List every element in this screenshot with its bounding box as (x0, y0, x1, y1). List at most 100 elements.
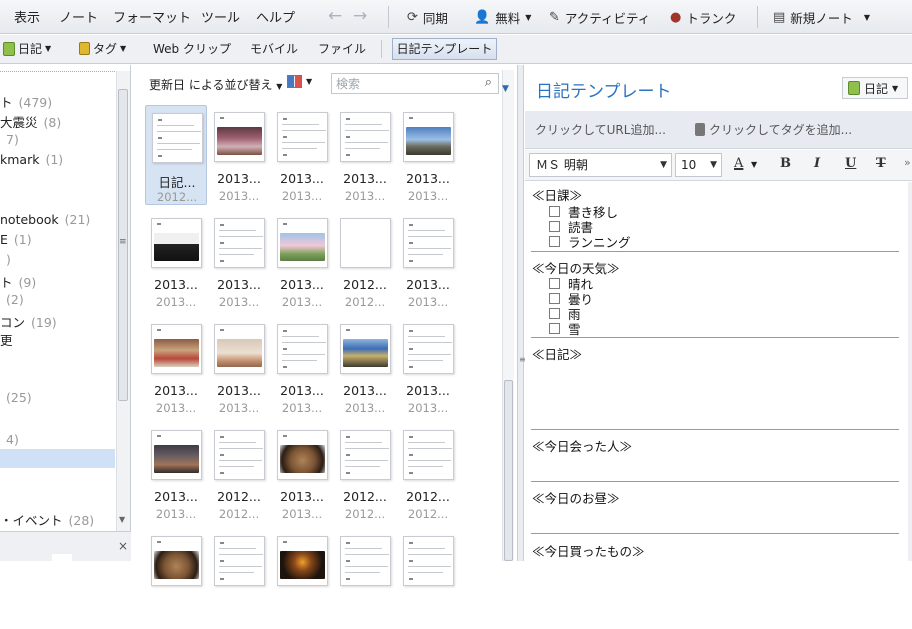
italic-button[interactable]: I (814, 156, 820, 171)
note-card-title: 2013... (154, 277, 198, 292)
note-card[interactable]: 2012... 2012... (208, 423, 270, 523)
pane-splitter[interactable]: ≡ (517, 65, 526, 561)
note-notebook-select[interactable]: 日記 ▼ (842, 77, 908, 99)
account-button[interactable]: 👤 無料 ▼ (474, 8, 531, 27)
sidebar-item[interactable]: ・イベント (28) (0, 510, 94, 529)
sidebar-item[interactable]: コン (19) (0, 312, 57, 331)
checkbox[interactable] (549, 293, 560, 304)
sidebar-item[interactable]: 大震災 (8) (0, 112, 61, 131)
mobile-filter[interactable]: モバイル (250, 40, 298, 57)
text-color-button[interactable]: A (734, 156, 743, 171)
close-icon[interactable]: × (118, 539, 128, 553)
note-card[interactable]: 2012... 2012... (334, 423, 396, 523)
sidebar-item[interactable]: 7) (0, 132, 19, 147)
note-card[interactable]: 2013... 2013... (208, 105, 270, 205)
underline-button[interactable]: U (845, 156, 856, 171)
note-card[interactable]: 2013... 2013... (397, 211, 459, 311)
tag-add-field[interactable]: クリックしてタグを追加... (695, 121, 852, 138)
sort-button[interactable]: 更新日 による並び替え ▼ (149, 76, 282, 93)
menu-help[interactable]: ヘルプ (256, 7, 295, 26)
sidebar-item[interactable]: E (1) (0, 232, 32, 247)
chevron-down-icon[interactable]: ▼ (502, 84, 509, 94)
bold-button[interactable]: B (780, 156, 791, 171)
note-card[interactable]: 2013... 2013... (145, 211, 207, 311)
note-card[interactable]: 2013... 2013... (271, 317, 333, 417)
note-card[interactable]: 2013... 2013... (397, 105, 459, 205)
activity-label: アクティビティ (564, 11, 651, 26)
note-body[interactable]: ≪日課≫ 書き移し 読書 ランニング ≪今日の天気≫ 晴れ 曇り 雨 雪 ≪日記… (525, 182, 912, 561)
url-add-field[interactable]: クリックしてURL追加... (535, 121, 666, 138)
sidebar-item[interactable]: ) (0, 252, 11, 267)
note-card[interactable]: 2013... 2013... (271, 423, 333, 523)
note-card[interactable] (271, 529, 333, 629)
search-input[interactable] (336, 74, 476, 93)
section-divider (531, 533, 899, 534)
menu-format[interactable]: フォーマット (113, 7, 191, 26)
file-filter[interactable]: ファイル (318, 40, 366, 57)
sidebar-item[interactable]: (2) (0, 292, 24, 307)
note-card[interactable]: 2013... 2013... (145, 317, 207, 417)
note-card[interactable]: 2013... 2013... (145, 423, 207, 523)
menu-view[interactable]: 表示 (14, 7, 40, 26)
note-card-date: 2013... (218, 295, 260, 309)
trunk-button[interactable]: ● トランク (670, 8, 736, 27)
note-body-scrollbar[interactable] (908, 182, 912, 561)
note-card[interactable]: 2013... 2013... (271, 105, 333, 205)
note-card[interactable]: 2013... 2013... (208, 317, 270, 417)
note-card[interactable]: 2013... 2013... (334, 105, 396, 205)
note-card-title: 2013... (154, 383, 198, 398)
sidebar-item[interactable]: ト (9) (0, 272, 36, 291)
sidebar-item[interactable]: 4) (0, 432, 19, 447)
note-card-title: 2013... (217, 277, 261, 292)
font-size-select[interactable]: 10 ▼ (675, 153, 722, 177)
tag-filter[interactable]: タグ ▼ (79, 40, 126, 57)
sync-button[interactable]: ⟳ 同期 (407, 8, 448, 27)
note-card[interactable]: 日記... 2012... (145, 105, 207, 205)
menu-tools[interactable]: ツール (201, 7, 240, 26)
note-card[interactable]: 2013... 2013... (208, 211, 270, 311)
note-card[interactable] (208, 529, 270, 629)
note-card[interactable] (334, 529, 396, 629)
strikethrough-button[interactable]: T (876, 156, 886, 171)
new-note-button[interactable]: ▤ 新規ノート ▼ (773, 8, 870, 27)
activity-button[interactable]: ✎ アクティビティ (549, 8, 650, 27)
note-card[interactable]: 2013... 2013... (271, 211, 333, 311)
sidebar-item[interactable]: kmark (1) (0, 152, 63, 167)
chevron-down-icon[interactable]: ▼ (864, 13, 870, 22)
toolbar-overflow-icon[interactable]: » (904, 156, 911, 169)
note-card[interactable]: 2013... 2013... (334, 317, 396, 417)
checkbox[interactable] (549, 308, 560, 319)
note-card-date: 2013... (155, 295, 197, 309)
back-arrow-icon[interactable]: ← (328, 6, 342, 26)
forward-arrow-icon[interactable]: → (353, 6, 367, 26)
note-card[interactable]: 2012... 2012... (397, 423, 459, 523)
checkbox[interactable] (549, 236, 560, 247)
note-card[interactable]: 2012... 2012... (334, 211, 396, 311)
checkbox[interactable] (549, 221, 560, 232)
font-family-select[interactable]: ＭＳ 明朝 ▼ (529, 153, 672, 177)
sidebar-selected-row[interactable] (0, 449, 115, 468)
webclip-filter[interactable]: Web クリップ (153, 40, 231, 57)
sidebar-item[interactable]: 更 (0, 330, 19, 349)
view-mode-button[interactable]: ▼ (287, 75, 312, 88)
user-icon: 👤 (474, 10, 491, 25)
scroll-down-icon[interactable]: ▼ (119, 515, 125, 524)
menu-note[interactable]: ノート (59, 7, 98, 26)
checkbox[interactable] (549, 278, 560, 289)
search-icon[interactable]: ⌕ (485, 75, 492, 90)
note-card[interactable] (397, 529, 459, 629)
note-title[interactable]: 日記テンプレート (536, 77, 672, 102)
note-list-scroll-thumb[interactable] (504, 380, 513, 561)
tab-diary-template[interactable]: 日記テンプレート (392, 38, 497, 60)
checkbox[interactable] (549, 323, 560, 334)
chevron-down-icon[interactable]: ▼ (751, 160, 757, 169)
sidebar-item[interactable]: ト (479) (0, 92, 52, 111)
checkbox[interactable] (549, 206, 560, 217)
search-box[interactable]: ⌕ (331, 73, 499, 94)
sidebar-item-label: notebook (0, 212, 59, 227)
sidebar-item[interactable]: (25) (0, 390, 32, 405)
note-card[interactable] (145, 529, 207, 629)
notebook-filter[interactable]: 日記 ▼ (3, 40, 51, 57)
sidebar-item[interactable]: notebook (21) (0, 212, 90, 227)
note-card[interactable]: 2013... 2013... (397, 317, 459, 417)
